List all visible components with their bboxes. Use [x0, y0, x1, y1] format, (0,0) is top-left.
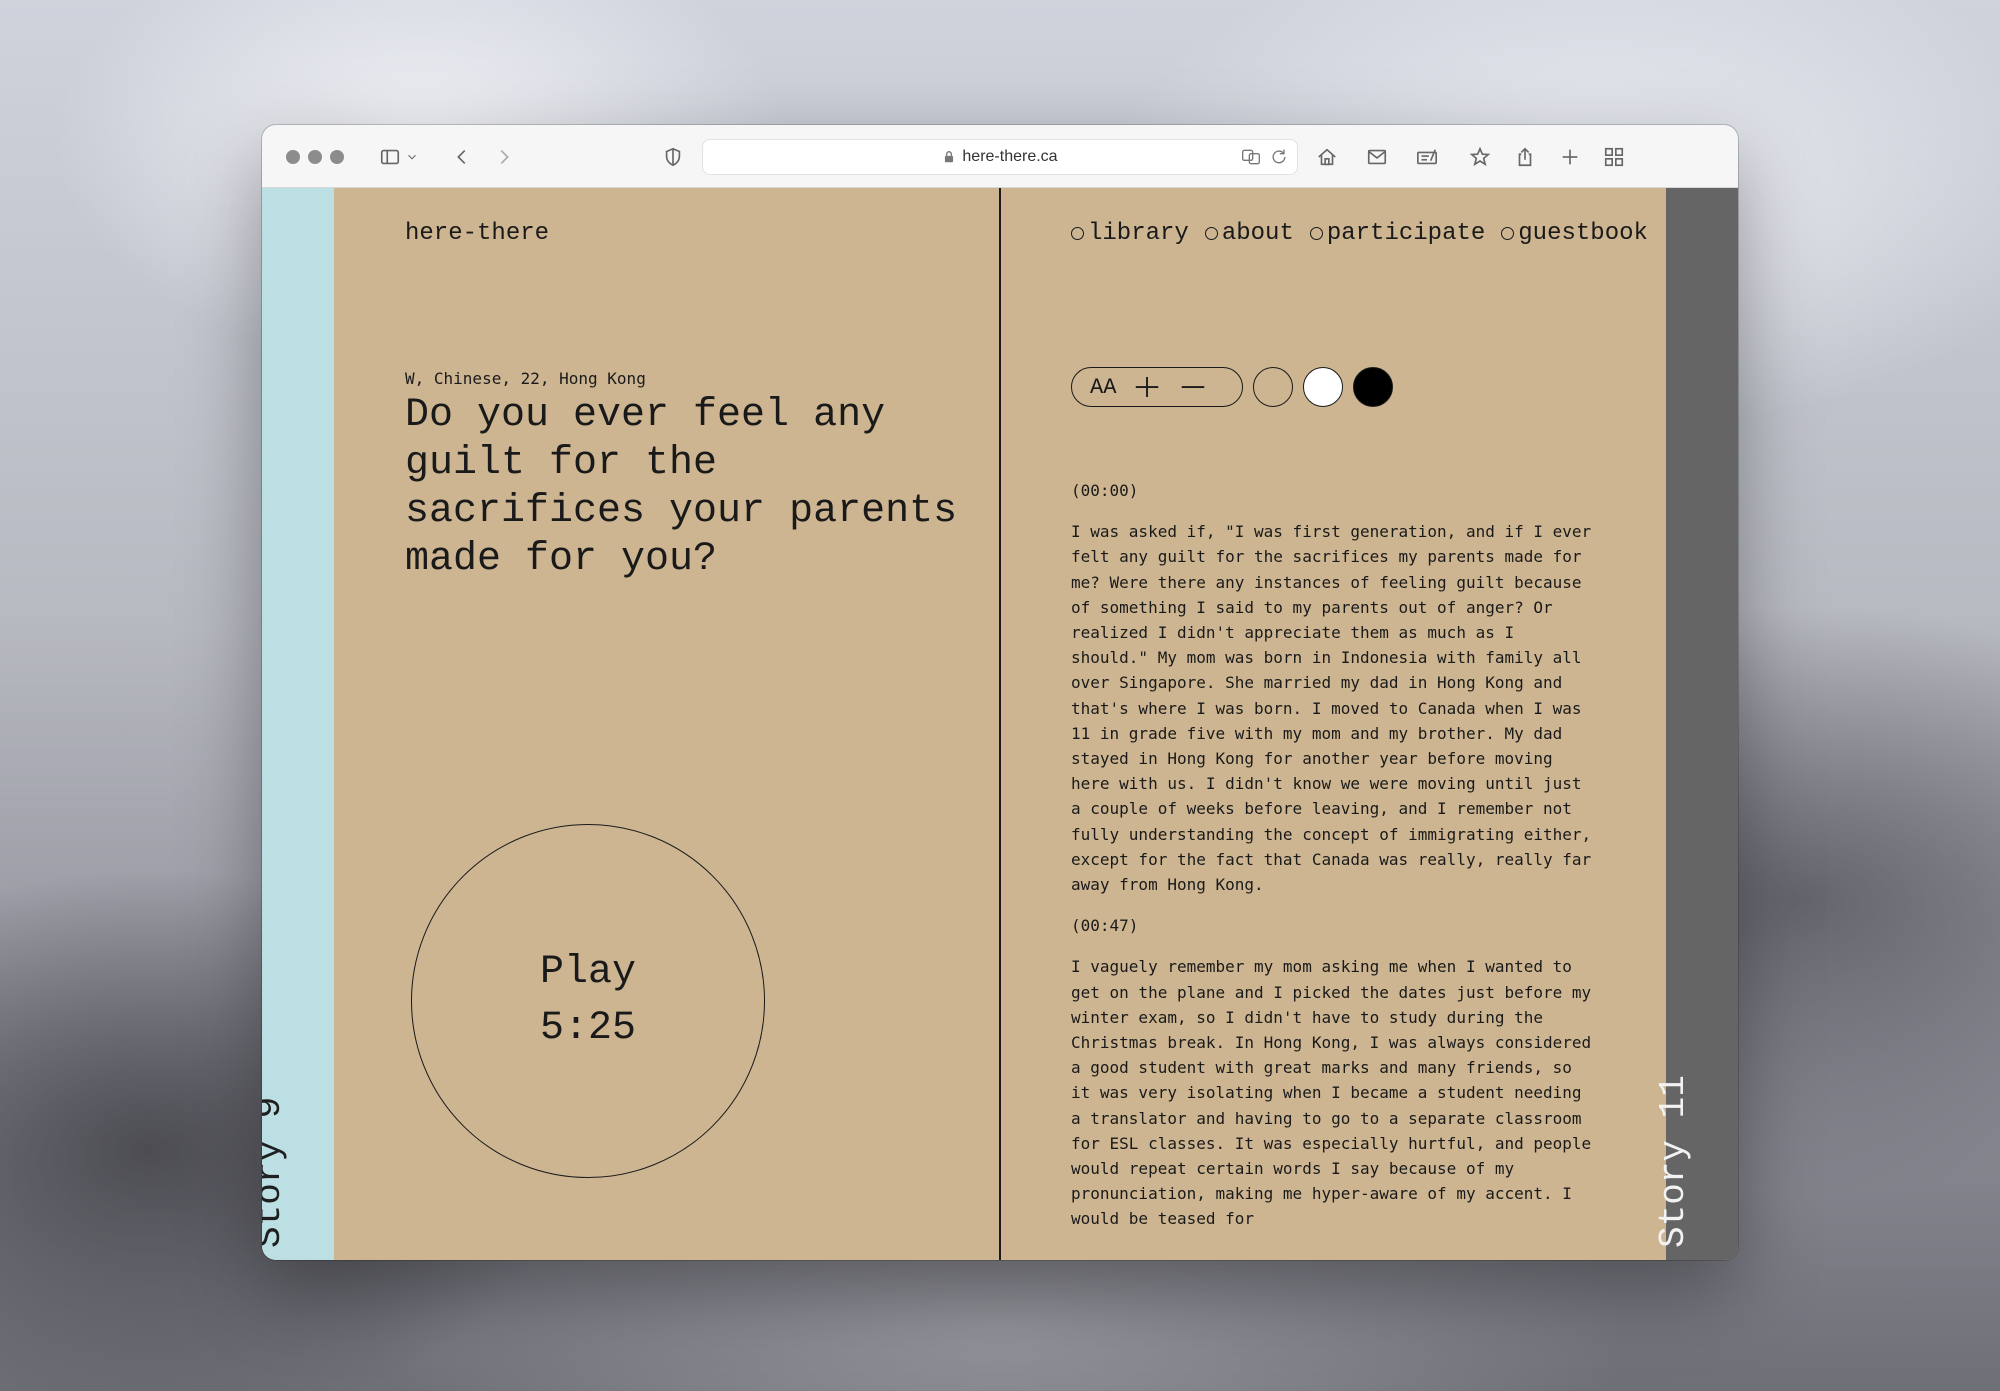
bookmark-star-icon[interactable] [1465, 142, 1495, 172]
nav-participate[interactable]: participate [1309, 220, 1486, 247]
previous-story-tab[interactable]: Story 9 [262, 188, 334, 1260]
font-size-control: AA [1071, 367, 1243, 407]
circle-icon [1204, 227, 1218, 240]
previous-story-label: Story 9 [262, 1097, 290, 1248]
nav-guestbook[interactable]: guestbook [1501, 220, 1648, 247]
notes-icon[interactable] [1412, 142, 1442, 172]
play-duration: 5:25 [539, 1006, 636, 1051]
page-content: Story 9 here-there W, Chinese, 22, Hong … [262, 188, 1738, 1260]
next-story-tab[interactable]: Story 11 [1653, 188, 1738, 1260]
translate-icon[interactable] [1241, 147, 1261, 167]
theme-swatch-black[interactable] [1353, 367, 1393, 407]
column-divider [999, 188, 1001, 1260]
story-question: Do you ever feel any guilt for the sacri… [405, 393, 958, 582]
story-meta: W, Chinese, 22, Hong Kong [405, 369, 646, 388]
transcript-timestamp: (00:00) [1071, 481, 1139, 500]
home-icon[interactable] [1312, 142, 1342, 172]
reading-controls: AA [1071, 367, 1393, 407]
tab-overview-icon[interactable] [1599, 142, 1629, 172]
circle-icon [1501, 227, 1515, 240]
circle-icon [1071, 227, 1084, 240]
play-button[interactable]: Play 5:25 [411, 824, 765, 1178]
nav-guestbook-label: guestbook [1518, 220, 1648, 247]
url-text: here-there.ca [962, 148, 1058, 165]
circle-icon [1309, 227, 1323, 240]
nav-about-label: about [1221, 220, 1294, 247]
lock-icon [945, 151, 954, 163]
nav-library-label: library [1088, 220, 1189, 247]
new-tab-plus-icon[interactable] [1555, 142, 1585, 172]
transcript-timestamp: (00:47) [1071, 916, 1139, 936]
decrease-font-button[interactable] [1178, 372, 1208, 402]
story-transcript: (00:00) I was asked if, "I was first gen… [1071, 478, 1599, 1248]
zoom-window-button[interactable] [330, 150, 344, 164]
increase-font-button[interactable] [1132, 372, 1162, 402]
nav-library[interactable]: library [1071, 220, 1189, 247]
main-nav: library about participate guestbook [1071, 220, 1648, 247]
forward-arrow-icon[interactable] [489, 142, 519, 172]
mail-icon[interactable] [1362, 142, 1392, 172]
browser-window: here-there.ca Story 9 [262, 125, 1738, 1260]
font-size-label: AA [1090, 374, 1117, 400]
plus-icon [1136, 377, 1159, 397]
sidebar-toggle-icon[interactable] [375, 142, 405, 172]
theme-swatch-white[interactable] [1303, 367, 1343, 407]
privacy-shield-icon[interactable] [658, 142, 688, 172]
browser-toolbar: here-there.ca [262, 125, 1738, 188]
chevron-down-icon[interactable] [402, 142, 422, 172]
site-logo[interactable]: here-there [405, 220, 549, 247]
minimize-window-button[interactable] [308, 150, 322, 164]
minus-icon [1182, 386, 1205, 388]
close-window-button[interactable] [286, 150, 300, 164]
share-icon[interactable] [1510, 142, 1540, 172]
nav-participate-label: participate [1326, 220, 1486, 247]
address-bar[interactable]: here-there.ca [702, 139, 1298, 175]
nav-about[interactable]: about [1204, 220, 1294, 247]
back-arrow-icon[interactable] [447, 142, 477, 172]
play-label: Play [539, 950, 636, 995]
transcript-paragraph: I was asked if, "I was first generation,… [1071, 522, 1592, 895]
transcript-paragraph: I vaguely remember my mom asking me when… [1071, 957, 1592, 1229]
theme-swatch-tan[interactable] [1253, 367, 1293, 407]
reload-icon[interactable] [1269, 147, 1289, 167]
next-story-label: Story 11 [1653, 1075, 1694, 1248]
